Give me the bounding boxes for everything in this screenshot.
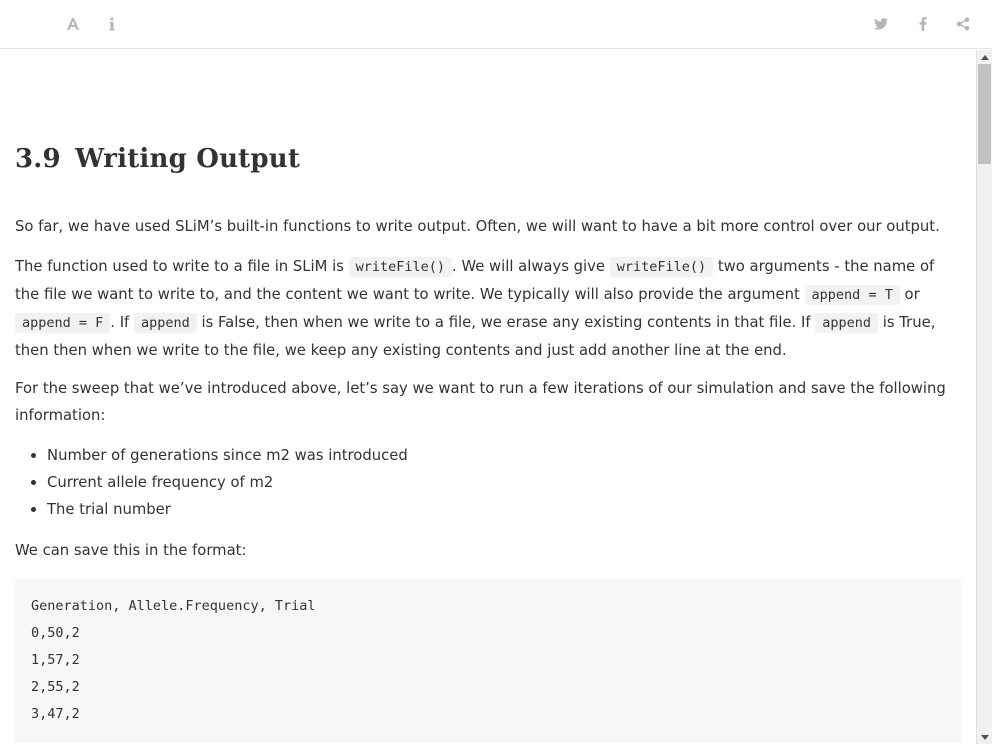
text-span: is False, then when we write to a file, … — [196, 314, 816, 331]
list-item: Current allele frequency of m2 — [31, 469, 961, 496]
section-heading: 3.9 Writing Output — [15, 144, 300, 174]
list-item: The trial number — [31, 496, 961, 523]
code-line: Generation, Allele.Frequency, Trial — [31, 598, 316, 614]
code-line: 2,55,2 — [31, 679, 80, 695]
paragraph-sweep: For the sweep that we’ve introduced abov… — [15, 380, 946, 424]
book-toolbar — [0, 0, 992, 49]
text-span: . We will always give — [452, 258, 610, 275]
info-icon[interactable] — [100, 12, 124, 36]
text-span: The function used to write to a file in … — [15, 258, 349, 275]
paragraph-intro: So far, we have used SLiM’s built-in fun… — [15, 218, 940, 235]
inline-code: append — [133, 313, 197, 333]
section-number: 3.9 — [15, 144, 61, 174]
code-line: 1,57,2 — [31, 652, 80, 668]
twitter-icon[interactable] — [869, 12, 893, 36]
info-list: Number of generations since m2 was intro… — [15, 442, 961, 523]
code-block: Generation, Allele.Frequency, Trial 0,50,… — [15, 579, 961, 743]
inline-code: append = T — [804, 285, 900, 305]
list-item: Number of generations since m2 was intro… — [31, 442, 961, 469]
text-span: or — [899, 286, 920, 303]
paragraph-format: We can save this in the format: — [15, 542, 247, 559]
paragraph-writefile: The function used to write to a file in … — [15, 253, 961, 364]
code-line: 0,50,2 — [31, 625, 80, 641]
scroll-down-arrow-icon[interactable] — [977, 730, 992, 744]
section-title: Writing Output — [75, 144, 301, 174]
inline-code: append — [815, 313, 879, 333]
scrollbar-thumb[interactable] — [978, 64, 991, 164]
inline-code: append = F — [15, 313, 111, 333]
vertical-scrollbar[interactable] — [976, 50, 992, 744]
code-line: 3,47,2 — [31, 706, 80, 722]
inline-code: writeFile() — [348, 257, 453, 277]
share-icon[interactable] — [951, 12, 975, 36]
scroll-up-arrow-icon[interactable] — [977, 50, 992, 64]
font-settings-icon[interactable] — [61, 12, 85, 36]
text-span: . If — [110, 314, 134, 331]
inline-code: writeFile() — [609, 257, 714, 277]
facebook-icon[interactable] — [911, 12, 935, 36]
